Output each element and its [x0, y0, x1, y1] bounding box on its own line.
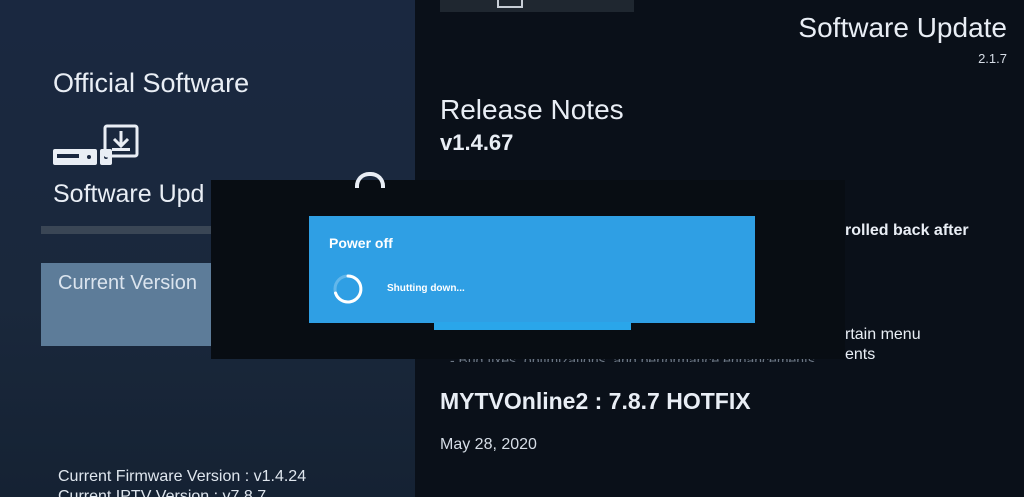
loading-spinner-icon	[333, 274, 363, 304]
progress-bar	[434, 322, 631, 330]
hotfix-title: MYTVOnline2 : 7.8.7 HOTFIX	[440, 388, 751, 414]
release-note-fragment: rtain menu	[845, 326, 921, 343]
tv-screen: Official Software Software Upd Current V…	[0, 0, 1024, 497]
dialog-message: Shutting down...	[387, 283, 465, 294]
power-off-dialog: Power off Shutting down...	[309, 216, 755, 323]
tab-indicator-icon	[497, 0, 523, 8]
top-tab[interactable]	[440, 0, 634, 12]
release-note-fragment: rolled back after	[845, 222, 969, 239]
release-version: v1.4.67	[440, 130, 514, 155]
dialog-title: Power off	[329, 235, 393, 251]
app-title: Software Update	[798, 12, 1007, 43]
current-version-label: Current Version	[58, 272, 197, 294]
software-update-label: Software Upd	[53, 180, 205, 208]
download-device-icon	[53, 124, 139, 165]
firmware-version-text: Current Firmware Version : v1.4.24	[58, 468, 307, 485]
hotfix-date: May 28, 2020	[440, 436, 537, 453]
iptv-version-text: Current IPTV Version : v7.8.7	[58, 488, 267, 497]
release-notes-title: Release Notes	[440, 94, 624, 125]
official-software-title: Official Software	[53, 68, 250, 98]
app-version: 2.1.7	[978, 51, 1007, 66]
